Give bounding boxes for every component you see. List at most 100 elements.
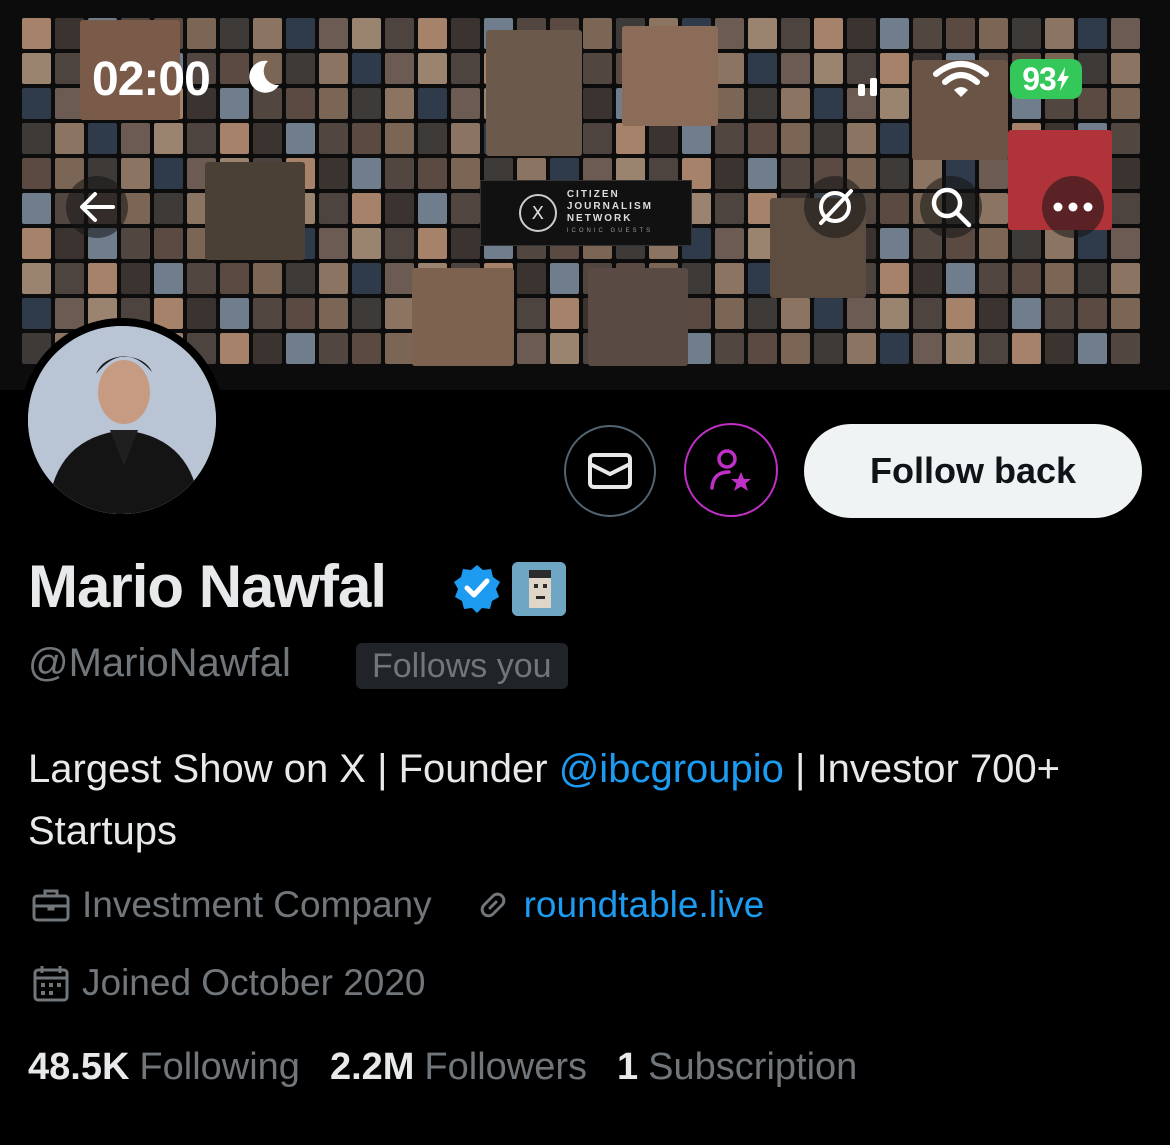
banner-photo-tile: [220, 298, 249, 329]
followers-count[interactable]: 2.2M: [330, 1046, 414, 1089]
bio-text: Largest Show on X | Founder: [28, 747, 559, 791]
follow-back-button[interactable]: Follow back: [804, 424, 1142, 518]
banner-photo-tile: [1045, 18, 1074, 49]
display-name: Mario Nawfal: [28, 553, 387, 620]
banner-photo-tile: [682, 123, 711, 154]
banner-photo-tile: [286, 53, 315, 84]
banner-photo-tile: [715, 53, 744, 84]
profile-category: Investment Company: [82, 884, 432, 925]
banner-photo-tile: [352, 88, 381, 119]
banner-photo-tile: [319, 158, 348, 189]
banner-photo-tile: [1078, 333, 1107, 364]
banner-photo-tile: [979, 333, 1008, 364]
battery-indicator: 93: [1010, 59, 1082, 99]
banner-photo-tile: [352, 53, 381, 84]
banner-portrait: [205, 162, 305, 260]
website-link[interactable]: roundtable.live: [524, 884, 765, 926]
verified-badge-icon[interactable]: [452, 563, 502, 613]
banner-photo-tile: [781, 18, 810, 49]
banner-photo-tile: [88, 123, 117, 154]
banner-photo-tile: [748, 333, 777, 364]
avatar-photo: [28, 326, 216, 514]
banner-photo-tile: [253, 18, 282, 49]
handle: @MarioNawfal: [28, 641, 291, 685]
subscriptions-count[interactable]: 1: [617, 1046, 638, 1089]
banner-photo-tile: [583, 18, 612, 49]
banner-photo-tile: [385, 333, 414, 364]
search-button[interactable]: [920, 176, 982, 238]
grok-button[interactable]: [804, 176, 866, 238]
affiliate-badge-icon[interactable]: [512, 562, 566, 616]
banner-photo-tile: [1045, 263, 1074, 294]
banner-photo-tile: [385, 88, 414, 119]
banner-photo-tile: [517, 298, 546, 329]
banner-photo-tile: [1078, 53, 1107, 84]
banner-photo-tile: [286, 333, 315, 364]
banner-photo-tile: [1111, 193, 1140, 224]
banner-photo-tile: [88, 263, 117, 294]
banner-photo-tile: [22, 298, 51, 329]
banner-photo-tile: [1111, 53, 1140, 84]
banner-photo-tile: [1111, 333, 1140, 364]
moon-icon: [249, 60, 279, 93]
followers-label[interactable]: Followers: [424, 1046, 587, 1089]
banner-photo-tile: [847, 298, 876, 329]
following-label[interactable]: Following: [139, 1046, 300, 1089]
banner-photo-tile: [319, 333, 348, 364]
banner-photo-tile: [814, 298, 843, 329]
avatar[interactable]: [20, 318, 224, 522]
more-button[interactable]: [1042, 176, 1104, 238]
banner-photo-tile: [781, 88, 810, 119]
bio-mention-link[interactable]: @ibcgroupio: [559, 747, 784, 791]
banner-portrait: [588, 268, 688, 366]
banner-logo-text: NETWORK: [566, 213, 633, 224]
subscriptions-label[interactable]: Subscription: [648, 1046, 857, 1089]
banner-photo-tile: [715, 263, 744, 294]
banner-photo-tile: [319, 298, 348, 329]
banner-photo-tile: [385, 18, 414, 49]
follows-you-badge: Follows you: [356, 643, 568, 689]
banner-photo-tile: [814, 88, 843, 119]
banner-photo-tile: [781, 333, 810, 364]
banner-photo-tile: [187, 263, 216, 294]
banner-photo-tile: [451, 18, 480, 49]
back-button[interactable]: [66, 176, 128, 238]
banner-photo-tile: [1111, 158, 1140, 189]
banner-photo-tile: [286, 263, 315, 294]
banner-photo-tile: [352, 298, 381, 329]
message-button[interactable]: [564, 425, 656, 517]
profile-meta-row: Investment Company roundtable.live: [30, 884, 764, 926]
banner-photo-tile: [154, 263, 183, 294]
banner-photo-tile: [517, 333, 546, 364]
banner-photo-tile: [1012, 228, 1041, 259]
banner-photo-tile: [385, 193, 414, 224]
banner-photo-tile: [418, 123, 447, 154]
banner-photo-tile: [319, 123, 348, 154]
banner-photo-tile: [319, 228, 348, 259]
banner-photo-tile: [319, 263, 348, 294]
subscribe-button[interactable]: [684, 423, 778, 517]
banner-photo-tile: [583, 123, 612, 154]
banner-photo-tile: [946, 298, 975, 329]
banner-photo-tile: [121, 263, 150, 294]
banner-photo-tile: [220, 88, 249, 119]
banner-photo-tile: [253, 298, 282, 329]
banner-photo-tile: [748, 88, 777, 119]
banner-photo-tile: [748, 298, 777, 329]
banner-photo-tile: [319, 193, 348, 224]
banner-photo-tile: [913, 298, 942, 329]
banner-photo-tile: [385, 263, 414, 294]
banner-photo-tile: [220, 53, 249, 84]
banner-photo-tile: [814, 18, 843, 49]
banner-photo-tile: [1012, 263, 1041, 294]
banner-photo-tile: [352, 263, 381, 294]
arrow-left-icon: [80, 192, 115, 222]
banner-photo-tile: [979, 228, 1008, 259]
calendar-icon: [33, 966, 69, 1002]
following-count[interactable]: 48.5K: [28, 1046, 129, 1089]
banner-photo-tile: [385, 123, 414, 154]
banner-photo-tile: [319, 88, 348, 119]
banner-photo-tile: [22, 193, 51, 224]
status-time: 02:00: [92, 53, 211, 106]
banner-photo-tile: [1012, 333, 1041, 364]
